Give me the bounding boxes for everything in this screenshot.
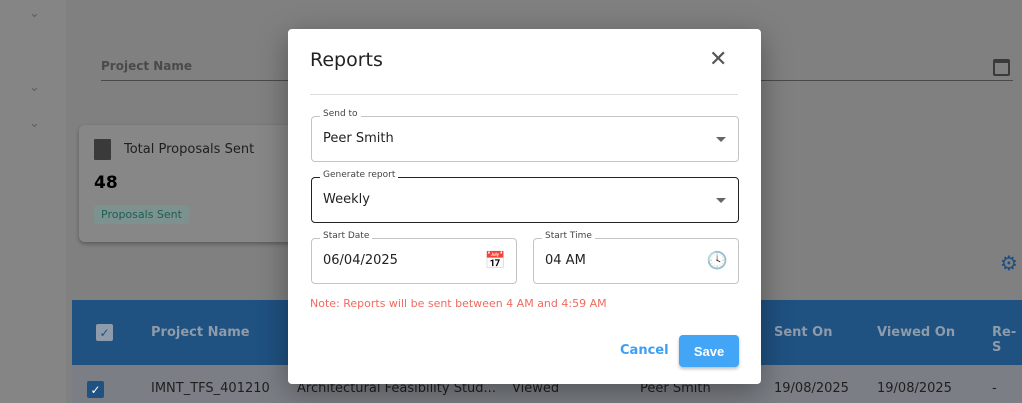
reports-dialog: Reports ✕ Send to Peer Smith Generate re… [288,29,761,384]
cell-project-code: IMNT_TFS_401210 [151,381,270,396]
select-all-checkbox[interactable]: ✓ [96,324,113,341]
dropdown-arrow-icon [716,137,726,142]
close-icon[interactable]: ✕ [709,47,727,72]
generate-report-label: Generate report [320,170,399,180]
start-date-field[interactable]: Start Date 06/04/2025 📅 [311,231,517,284]
cell-resend: - [992,381,997,396]
cancel-button[interactable]: Cancel [620,343,669,358]
card-count: 48 [94,173,118,193]
clock-icon[interactable]: 🕓 [707,251,728,271]
save-button[interactable]: Save [679,335,739,367]
send-to-select[interactable]: Send to Peer Smith [311,109,739,162]
column-header-resend[interactable]: Re-S [992,325,1022,355]
dropdown-arrow-icon [716,198,726,203]
generate-report-value: Weekly [323,192,370,207]
calendar-icon[interactable] [993,59,1010,76]
divider [310,94,738,95]
total-proposals-card: Total Proposals Sent 48 Proposals Sent [79,125,299,242]
chevron-down-icon[interactable]: ⌄ [29,6,40,21]
start-time-field[interactable]: Start Time 04 AM 🕓 [533,231,739,284]
schedule-note: Note: Reports will be sent between 4 AM … [310,297,607,310]
chevron-down-icon[interactable]: ⌄ [29,116,40,131]
start-date-label: Start Date [320,231,373,241]
gear-icon[interactable]: ⚙ [1000,251,1018,275]
dialog-title: Reports [310,49,383,71]
generate-report-select[interactable]: Generate report Weekly [311,170,739,223]
column-header-sent-on[interactable]: Sent On [774,325,832,340]
start-date-value: 06/04/2025 [323,253,398,268]
row-checkbox[interactable]: ✓ [87,381,104,398]
sidebar: ⌄ ⌄ ⌄ [0,0,66,403]
send-to-label: Send to [320,109,361,119]
cell-viewed-on: 19/08/2025 [877,381,952,396]
send-to-value: Peer Smith [323,131,394,146]
column-header-viewed-on[interactable]: Viewed On [877,325,955,340]
start-time-label: Start Time [542,231,595,241]
document-send-icon [94,139,111,160]
cell-sent-on: 19/08/2025 [774,381,849,396]
column-header-project-name[interactable]: Project Name [151,325,250,340]
start-time-value: 04 AM [545,253,586,268]
chevron-down-icon[interactable]: ⌄ [29,80,40,95]
project-name-filter-label: Project Name [101,59,193,73]
calendar-icon[interactable]: 📅 [485,251,506,271]
card-title: Total Proposals Sent [124,142,255,157]
status-badge: Proposals Sent [94,205,189,224]
